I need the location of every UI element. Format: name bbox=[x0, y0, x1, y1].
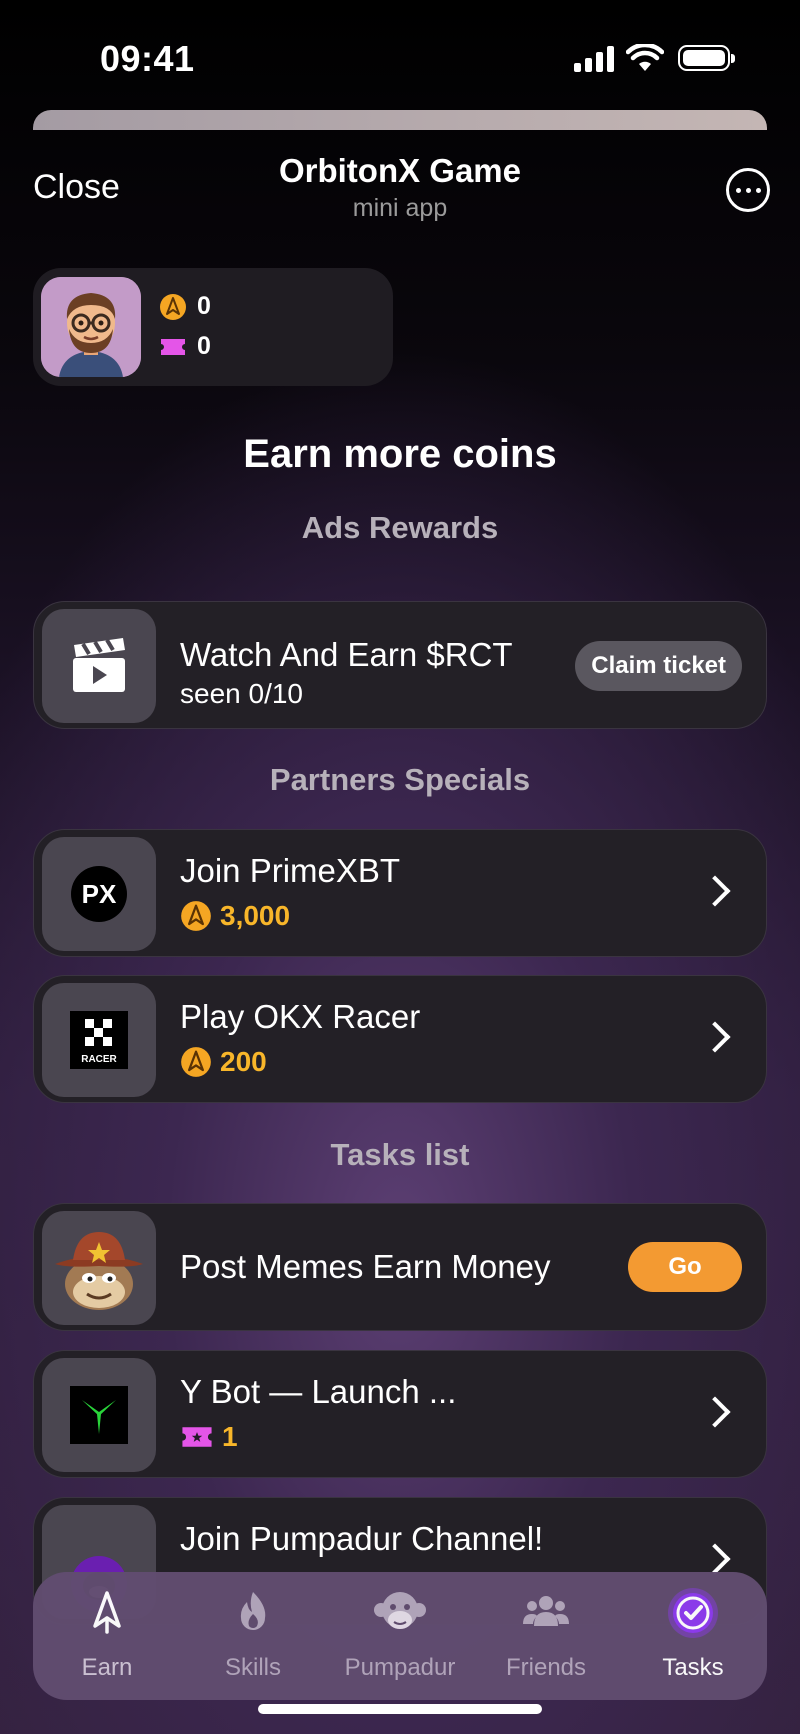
app-title: OrbitonX Game bbox=[278, 152, 522, 189]
status-time: 09:41 bbox=[100, 38, 195, 79]
bottom-tab-bar: Earn Skills Pumpadur Friends Tasks bbox=[33, 1572, 767, 1700]
task-item-y-bot[interactable]: Y Bot — Launch ... 1 bbox=[33, 1350, 767, 1478]
chevron-right-icon bbox=[699, 1543, 731, 1575]
ticket-balance: 0 bbox=[159, 332, 211, 361]
more-options-button[interactable] bbox=[726, 168, 770, 212]
tab-label: Skills bbox=[224, 1654, 281, 1681]
home-indicator bbox=[258, 1704, 542, 1714]
coin-icon bbox=[181, 1047, 211, 1077]
task-item-post-memes[interactable]: Post Memes Earn Money Go bbox=[33, 1203, 767, 1331]
card-title: Join Pumpadur Channel! bbox=[180, 1520, 544, 1557]
card-title: Post Memes Earn Money bbox=[180, 1248, 551, 1285]
ticket-icon bbox=[182, 1427, 212, 1447]
tab-tasks[interactable]: Tasks bbox=[623, 1572, 763, 1700]
clapperboard-icon bbox=[42, 609, 156, 723]
tab-skills[interactable]: Skills bbox=[183, 1572, 323, 1700]
cellular-signal-icon bbox=[574, 46, 614, 72]
coin-icon bbox=[160, 293, 186, 320]
battery-icon bbox=[678, 45, 735, 71]
profile-card: 0 0 bbox=[33, 268, 393, 386]
primexbt-logo-icon: PX bbox=[42, 837, 156, 951]
section-title-tasks: Tasks list bbox=[330, 1137, 470, 1172]
okx-racer-logo-icon: RACER bbox=[42, 983, 156, 1097]
tab-label: Earn bbox=[81, 1654, 133, 1681]
sheet-handle bbox=[33, 110, 767, 130]
check-icon bbox=[668, 1588, 718, 1638]
card-title: Play OKX Racer bbox=[180, 998, 421, 1035]
ticket-count: 0 bbox=[197, 332, 211, 360]
card-title: Join PrimeXBT bbox=[180, 852, 401, 889]
friends-icon bbox=[523, 1596, 569, 1626]
y-bot-logo-icon bbox=[42, 1358, 156, 1472]
coin-count: 0 bbox=[197, 292, 211, 320]
status-bar: 09:41 bbox=[0, 0, 800, 110]
go-button[interactable]: Go bbox=[628, 1242, 742, 1292]
reward: 1 bbox=[180, 1421, 238, 1453]
coin-icon bbox=[181, 901, 211, 931]
okx-racer-logo-text: RACER bbox=[81, 1054, 117, 1065]
tab-label: Friends bbox=[505, 1654, 587, 1681]
card-title: Watch And Earn $RCT bbox=[180, 636, 513, 673]
rocket-icon bbox=[93, 1591, 121, 1634]
avatar[interactable] bbox=[41, 277, 141, 377]
tab-earn[interactable]: Earn bbox=[37, 1572, 177, 1700]
section-title-partners: Partners Specials bbox=[269, 762, 531, 797]
monkey-icon bbox=[374, 1592, 426, 1629]
card-title: Y Bot — Launch ... bbox=[180, 1373, 457, 1410]
chevron-right-icon bbox=[699, 875, 731, 907]
section-title-ads: Ads Rewards bbox=[301, 510, 499, 545]
claim-ticket-button[interactable]: Claim ticket bbox=[575, 641, 742, 691]
tab-pumpadur[interactable]: Pumpadur bbox=[330, 1572, 470, 1700]
flame-icon bbox=[240, 1592, 266, 1630]
ticket-icon bbox=[161, 338, 185, 355]
reward-amount: 200 bbox=[220, 1046, 267, 1077]
wifi-icon bbox=[626, 44, 664, 71]
tab-label: Tasks bbox=[662, 1654, 724, 1681]
chevron-right-icon bbox=[699, 1396, 731, 1428]
cowboy-monkey-icon bbox=[42, 1211, 156, 1325]
coin-balance: 0 bbox=[159, 292, 211, 321]
reward: 200 bbox=[180, 1046, 267, 1078]
reward: 3,000 bbox=[180, 900, 290, 932]
partner-item-primexbt[interactable]: PX Join PrimeXBT 3,000 bbox=[33, 829, 767, 957]
tab-friends[interactable]: Friends bbox=[476, 1572, 616, 1700]
reward-amount: 1 bbox=[222, 1421, 238, 1452]
primexbt-logo-text: PX bbox=[82, 879, 117, 909]
chevron-right-icon bbox=[699, 1021, 731, 1053]
reward-amount: 3,000 bbox=[220, 900, 291, 931]
partner-item-okx-racer[interactable]: RACER Play OKX Racer 200 bbox=[33, 975, 767, 1103]
page-headline: Earn more coins bbox=[243, 432, 557, 476]
app-subtitle: mini app bbox=[352, 194, 448, 222]
tab-label: Pumpadur bbox=[344, 1654, 456, 1681]
seen-counter: seen 0/10 bbox=[180, 678, 303, 709]
watch-and-earn-card[interactable]: Watch And Earn $RCT seen 0/10 Claim tick… bbox=[33, 601, 767, 729]
